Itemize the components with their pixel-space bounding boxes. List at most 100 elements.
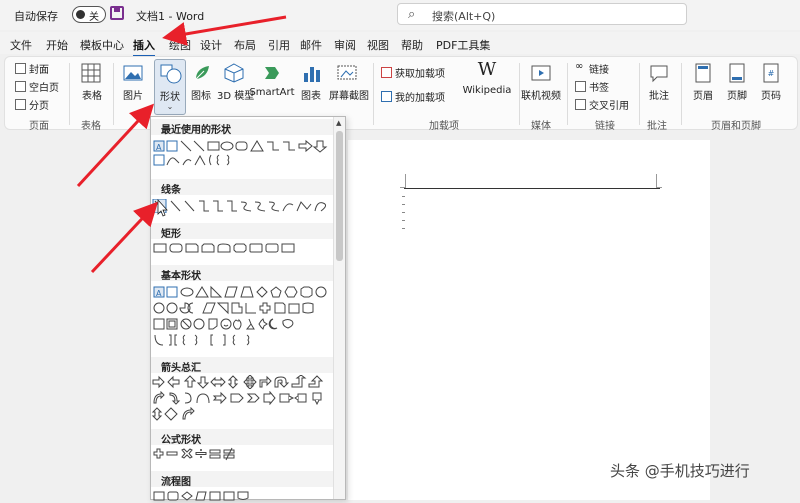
screenshot-icon bbox=[337, 65, 357, 80]
shapes-button[interactable]: 形状 ⌄ bbox=[154, 59, 186, 115]
online-video-icon bbox=[531, 65, 551, 81]
autosave-toggle[interactable]: 关 bbox=[72, 6, 106, 23]
bookmark-button[interactable]: 书签 bbox=[589, 79, 609, 94]
cross-reference-button[interactable]: 交叉引用 bbox=[589, 97, 629, 112]
recent-shapes-icons-2 bbox=[153, 154, 230, 166]
chart-button[interactable]: 图表 bbox=[299, 87, 323, 102]
3d-model-button[interactable]: 3D 模型 bbox=[217, 87, 254, 102]
separator bbox=[69, 63, 70, 125]
shapes-icon bbox=[160, 64, 182, 84]
tab-references[interactable]: 引用 bbox=[268, 37, 290, 53]
recent-shapes-row-2[interactable] bbox=[151, 153, 333, 167]
basic-shapes-icons-4 bbox=[154, 334, 250, 346]
bookmark-icon bbox=[575, 81, 586, 92]
recent-shapes-icons: A bbox=[153, 139, 328, 153]
scroll-up-icon[interactable]: ▲ bbox=[336, 119, 341, 127]
page-break-button[interactable]: 分页 bbox=[29, 97, 49, 112]
document-page[interactable] bbox=[348, 140, 710, 500]
cross-reference-icon bbox=[575, 99, 586, 110]
page-break-icon bbox=[15, 99, 26, 110]
tab-mailings[interactable]: 邮件 bbox=[300, 37, 322, 53]
recent-shapes-row-1[interactable]: A bbox=[151, 139, 333, 153]
tab-pdf-tools[interactable]: PDF工具集 bbox=[436, 37, 490, 53]
tab-file[interactable]: 文件 bbox=[10, 37, 32, 53]
comment-icon bbox=[650, 65, 668, 83]
lines-icons bbox=[152, 199, 327, 213]
chevron-down-icon: ⌄ bbox=[166, 102, 174, 111]
blank-page-icon bbox=[15, 81, 26, 92]
group-label-table: 表格 bbox=[81, 121, 101, 132]
group-label-media: 媒体 bbox=[531, 121, 551, 132]
basic-shapes-row-2[interactable] bbox=[151, 301, 333, 315]
autosave-label: 自动保存 bbox=[14, 10, 58, 23]
search-placeholder: 搜索(Alt+Q) bbox=[432, 10, 496, 23]
basic-shapes-row-3[interactable] bbox=[151, 317, 333, 331]
section-lines: 线条 bbox=[151, 179, 333, 196]
section-equation-shapes: 公式形状 bbox=[151, 429, 333, 446]
rectangles-row[interactable] bbox=[151, 241, 333, 255]
link-button[interactable]: 链接 bbox=[589, 61, 609, 76]
blank-page-button[interactable]: 空白页 bbox=[29, 79, 59, 94]
watermark-text: 头条 @手机技巧进行 bbox=[610, 462, 750, 480]
watermark: 头条 @手机技巧进行 bbox=[610, 456, 800, 490]
basic-shapes-row-1[interactable]: A bbox=[151, 285, 333, 299]
chart-icon bbox=[304, 67, 320, 82]
picture-icon bbox=[123, 65, 143, 81]
lines-row[interactable] bbox=[151, 199, 333, 213]
page-number-button[interactable]: 页码 bbox=[757, 87, 785, 102]
section-block-arrows: 箭头总汇 bbox=[151, 357, 333, 374]
tab-view[interactable]: 视图 bbox=[367, 37, 389, 53]
search-box[interactable]: ⌕ 搜索(Alt+Q) bbox=[397, 3, 687, 25]
wikipedia-icon: W bbox=[477, 59, 497, 80]
toggle-state: 关 bbox=[89, 12, 99, 23]
footer-button[interactable]: 页脚 bbox=[723, 87, 751, 102]
tab-draw[interactable]: 绘图 bbox=[169, 37, 191, 53]
basic-shapes-icons-2 bbox=[153, 302, 314, 315]
smartart-icon bbox=[265, 67, 279, 79]
tab-design[interactable]: 设计 bbox=[200, 37, 222, 53]
arrows-row-3[interactable] bbox=[151, 407, 333, 421]
basic-shapes-icons-3 bbox=[153, 318, 294, 330]
dropdown-scrollbar[interactable]: ▲ bbox=[333, 117, 345, 499]
separator bbox=[567, 63, 568, 125]
my-addins-icon bbox=[381, 91, 392, 102]
comment-button[interactable]: 批注 bbox=[645, 87, 673, 102]
section-rectangles: 矩形 bbox=[151, 223, 333, 240]
search-icon: ⌕ bbox=[408, 7, 416, 22]
smartart-button[interactable]: SmartArt bbox=[249, 87, 295, 98]
tab-review[interactable]: 审阅 bbox=[334, 37, 356, 53]
title-bar: 自动保存 关 文档1 - Word ⌕ 搜索(Alt+Q) bbox=[0, 0, 800, 30]
cover-page-button[interactable]: 封面 bbox=[29, 61, 49, 76]
screenshot-button[interactable]: 屏幕截图 bbox=[327, 87, 371, 102]
group-label-links: 链接 bbox=[595, 121, 615, 132]
wikipedia-button[interactable]: Wikipedia bbox=[459, 85, 515, 96]
arrow-shapes-icons-3 bbox=[151, 407, 195, 421]
table-button[interactable]: 表格 bbox=[77, 87, 107, 102]
header-line bbox=[404, 188, 660, 189]
tab-template-center[interactable]: 模板中心 bbox=[80, 37, 124, 53]
header-button[interactable]: 页眉 bbox=[689, 87, 717, 102]
equation-shapes-icons bbox=[153, 447, 235, 461]
group-label-comments: 批注 bbox=[647, 121, 667, 132]
separator bbox=[113, 63, 114, 125]
tab-home[interactable]: 开始 bbox=[46, 37, 68, 53]
tab-help[interactable]: 帮助 bbox=[401, 37, 423, 53]
tab-insert[interactable]: 插入 bbox=[133, 37, 155, 57]
flowchart-row[interactable] bbox=[151, 489, 333, 503]
tab-layout[interactable]: 布局 bbox=[234, 37, 256, 53]
icons-button[interactable]: 图标 bbox=[191, 87, 211, 102]
arrows-row-2[interactable] bbox=[151, 391, 333, 405]
section-flowchart: 流程图 bbox=[151, 471, 333, 488]
arrows-row-1[interactable] bbox=[151, 375, 333, 389]
get-addins-button[interactable]: 获取加载项 bbox=[395, 65, 445, 80]
scroll-thumb[interactable] bbox=[336, 131, 343, 261]
save-icon[interactable] bbox=[110, 6, 124, 20]
svg-text:A: A bbox=[156, 143, 162, 152]
online-video-button[interactable]: 联机视频 bbox=[519, 87, 563, 102]
my-addins-button[interactable]: 我的加载项 bbox=[395, 89, 445, 104]
picture-button[interactable]: 图片 bbox=[121, 87, 145, 102]
arrow-shapes-icons-1 bbox=[152, 375, 324, 389]
margin-corner-right bbox=[656, 174, 662, 188]
equation-shapes-row[interactable] bbox=[151, 447, 333, 461]
basic-shapes-row-4[interactable] bbox=[151, 333, 333, 347]
